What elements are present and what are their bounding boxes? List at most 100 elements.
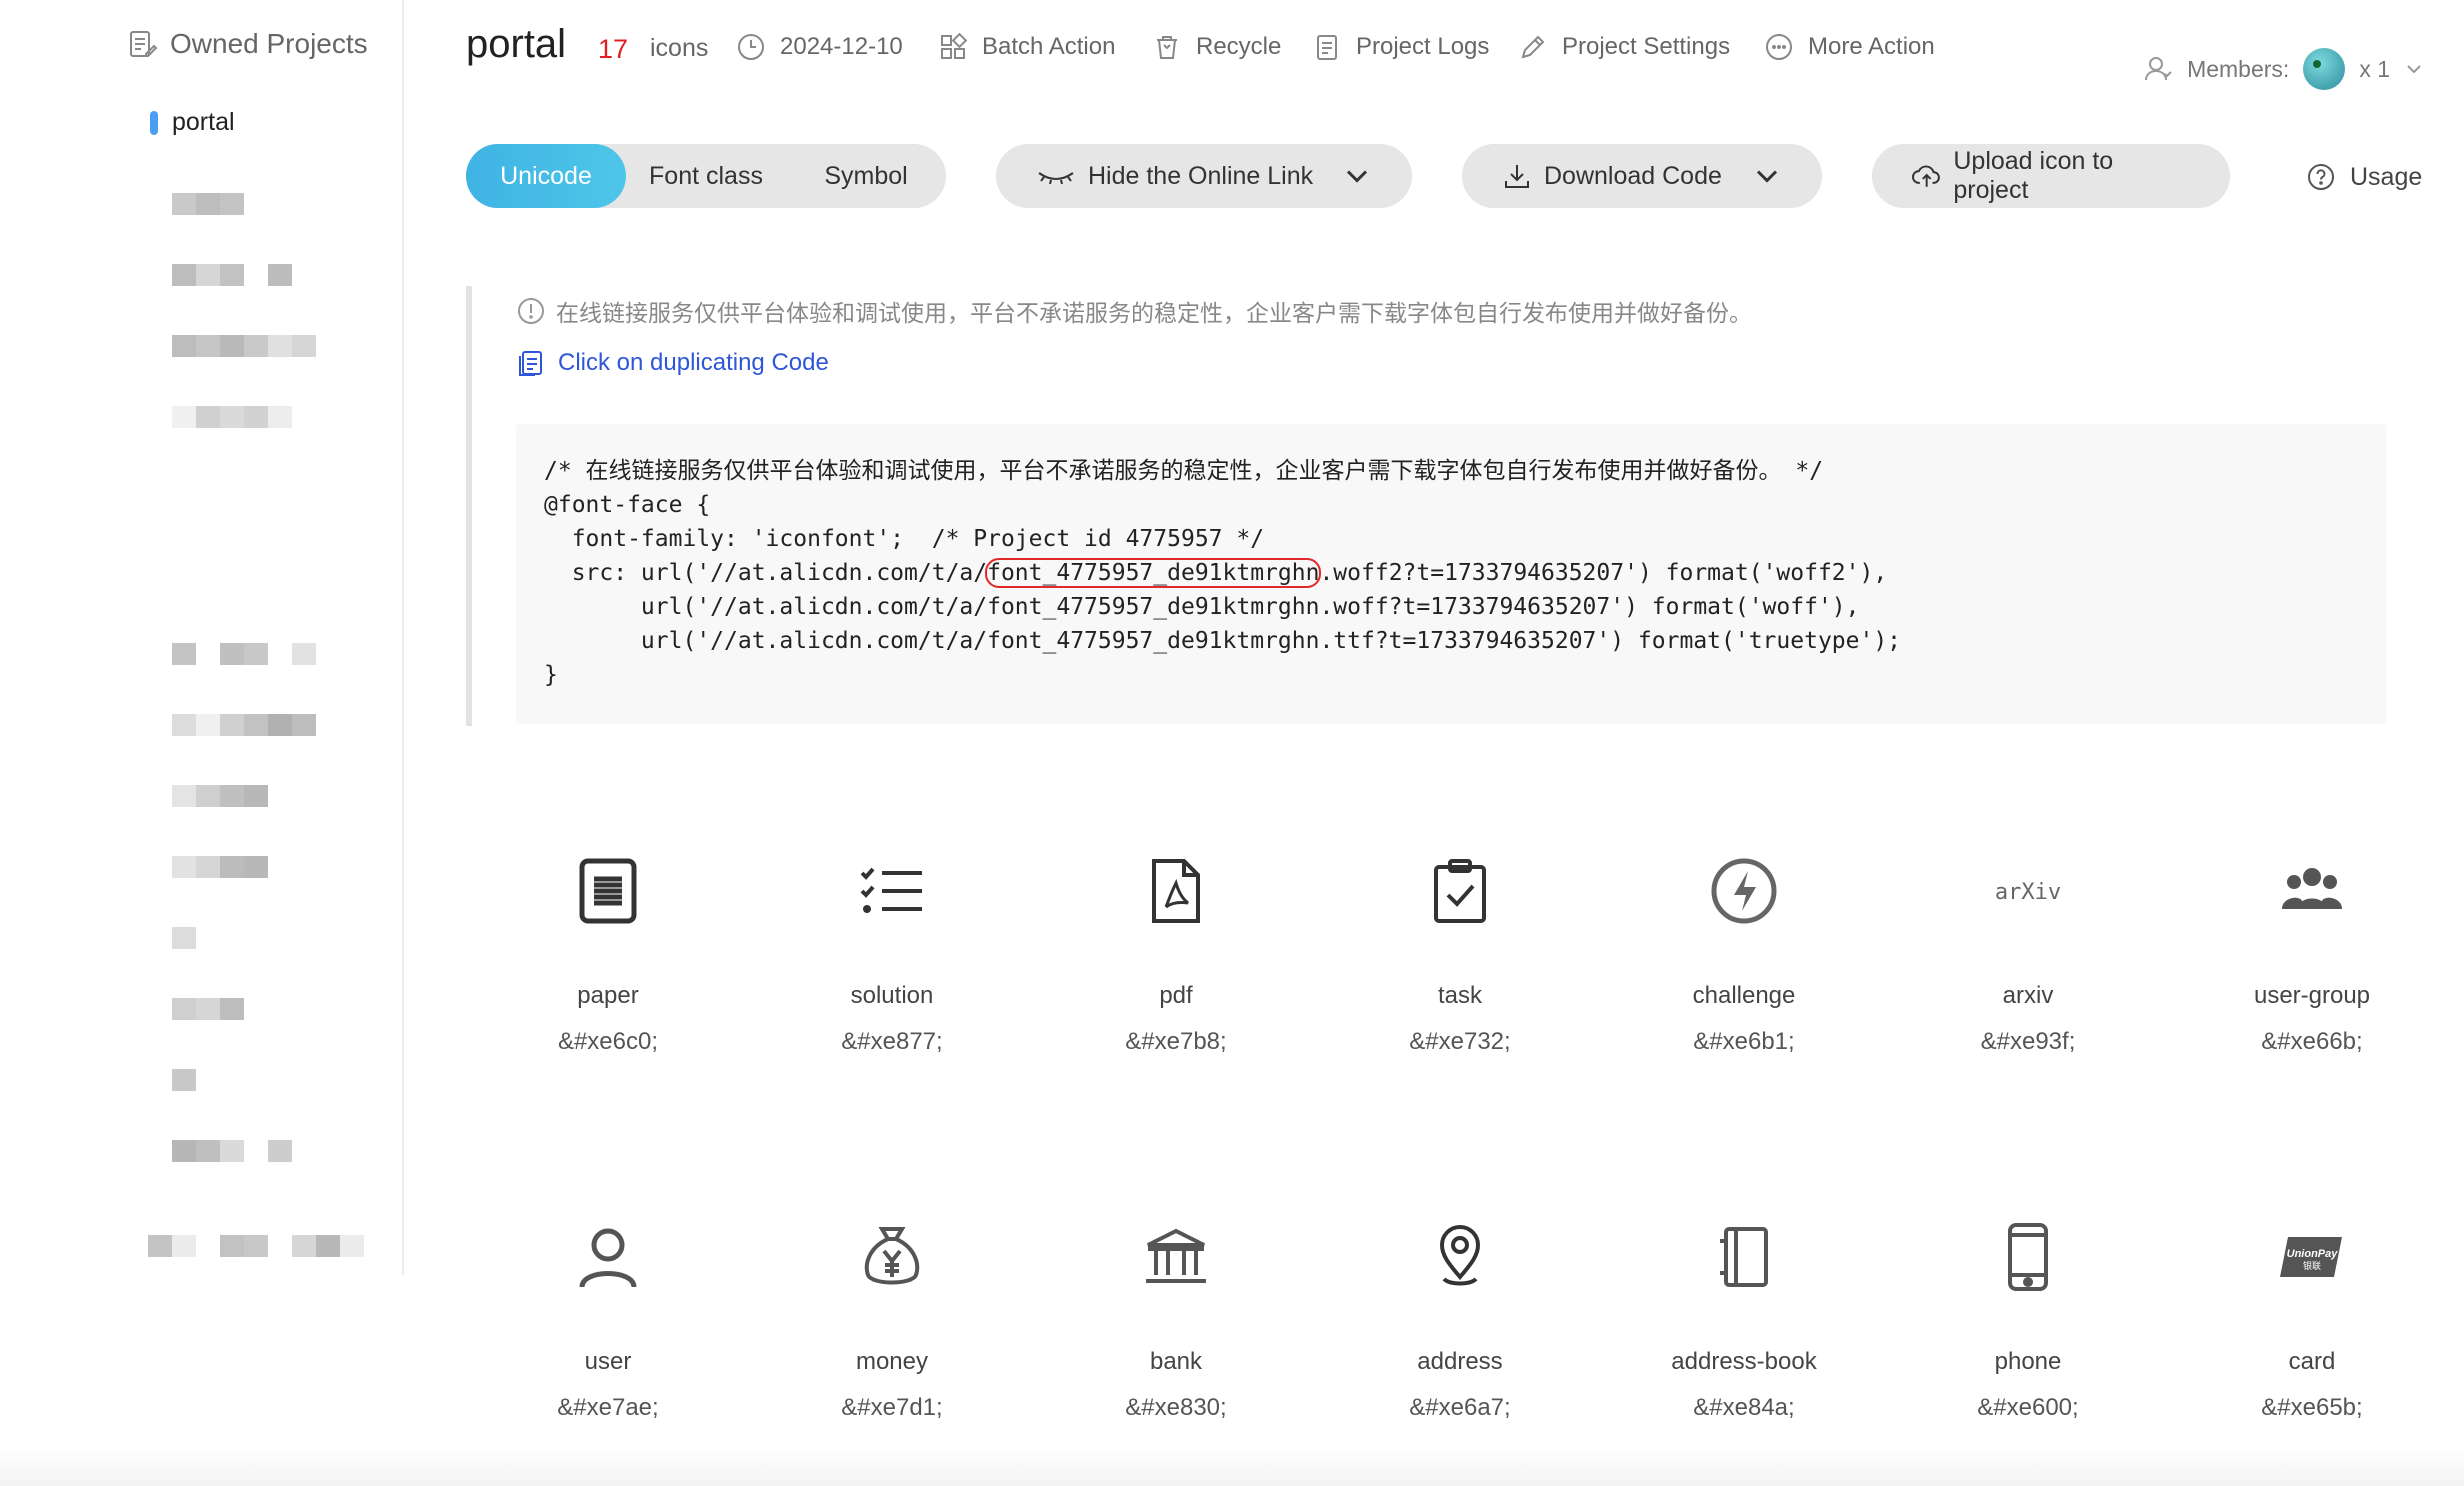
recycle-label: Recycle — [1196, 33, 1282, 60]
warning-text: 在线链接服务仅供平台体验和调试使用，平台不承诺服务的稳定性，企业客户需下载字体包… — [556, 300, 1752, 326]
icon-card-challenge[interactable]: challenge &#xe6b1; — [1644, 836, 1844, 1056]
icon-card-money[interactable]: money &#xe7d1; — [792, 1202, 992, 1422]
owned-projects-label: Owned Projects — [170, 28, 368, 59]
usage-link[interactable]: Usage — [2306, 162, 2422, 192]
icon-card-user[interactable]: user &#xe7ae; — [508, 1202, 708, 1422]
icon-name: paper — [577, 982, 639, 1009]
icon-code: &#xe93f; — [1980, 1028, 2076, 1055]
tab-symbol[interactable]: Symbol — [786, 144, 946, 208]
sidebar: Owned Projects portal — [0, 0, 404, 1275]
help-circle-icon — [2308, 164, 2334, 190]
active-indicator — [150, 110, 158, 135]
copy-document-icon — [519, 351, 542, 376]
sidebar-item-redacted[interactable] — [148, 1235, 364, 1257]
project-settings-label: Project Settings — [1562, 33, 1731, 60]
copy-code-label: Click on duplicating Code — [558, 349, 829, 376]
more-action-button[interactable]: More Action — [1764, 32, 1935, 62]
sidebar-item-redacted[interactable] — [172, 1069, 196, 1091]
icon-name: phone — [1994, 1348, 2062, 1375]
highlighted-font-id: font_4775957_de91ktmrghn — [985, 558, 1322, 588]
download-code-dropdown[interactable]: Download Code — [1462, 144, 1822, 208]
icon-card-paper[interactable]: paper &#xe6c0; — [508, 836, 708, 1056]
icon-card-user-group[interactable]: user-group &#xe66b; — [2212, 836, 2412, 1056]
sidebar-item-redacted[interactable] — [172, 1140, 292, 1162]
upload-icon-button[interactable]: Upload icon to project — [1872, 144, 2230, 208]
money-bag-icon — [864, 1227, 920, 1285]
sidebar-item-redacted[interactable] — [172, 927, 196, 949]
grid-icon — [941, 32, 968, 59]
icon-card-address-book[interactable]: address-book &#xe84a; — [1644, 1202, 1844, 1422]
icon-count-label: icons — [650, 34, 709, 62]
chevron-down-icon — [1346, 170, 1368, 183]
hide-online-link-dropdown[interactable]: Hide the Online Link — [996, 144, 1412, 208]
icon-name: address-book — [1671, 1348, 1817, 1375]
usage-label: Usage — [2350, 162, 2423, 191]
unionpay-card-icon: UnionPay银联 — [2280, 1237, 2342, 1277]
download-code-label: Download Code — [1544, 161, 1722, 190]
document-icon — [579, 858, 637, 924]
sidebar-item-redacted[interactable] — [172, 714, 316, 736]
sidebar-item-portal[interactable]: portal — [150, 108, 235, 137]
cloud-upload-icon — [1912, 165, 1940, 187]
project-settings-button[interactable]: Project Settings — [1518, 32, 1730, 62]
icon-name: arxiv — [2002, 982, 2054, 1009]
project-logs-button[interactable]: Project Logs — [1312, 32, 1489, 62]
recycle-button[interactable]: Recycle — [1152, 32, 1281, 62]
sidebar-item-redacted[interactable] — [172, 998, 244, 1020]
project-title: portal — [466, 22, 567, 66]
sidebar-item-redacted[interactable] — [172, 264, 292, 286]
icon-card-card[interactable]: UnionPay 银联 card &#xe65b; — [2212, 1202, 2412, 1422]
owned-projects-header[interactable]: Owned Projects — [126, 28, 368, 60]
icon-code: &#xe600; — [1977, 1394, 2079, 1421]
icon-card-address[interactable]: address &#xe6a7; — [1360, 1202, 1560, 1422]
members-count: x 1 — [2359, 55, 2390, 82]
project-header: portal 17 icons 2024-12-10 Batch Action … — [466, 0, 2464, 100]
copy-code-link[interactable]: Click on duplicating Code — [516, 348, 829, 378]
avatar — [2303, 48, 2346, 90]
sidebar-item-redacted[interactable] — [172, 856, 268, 878]
icon-card-pdf[interactable]: pdf &#xe7b8; — [1076, 836, 1276, 1056]
clock-icon — [738, 34, 764, 60]
project-list-icon — [130, 31, 158, 57]
code-segment: .woff2?t=1733794635207') format('woff2')… — [1319, 560, 1888, 586]
code-line: } — [544, 662, 558, 688]
user-group-icon — [2282, 868, 2342, 909]
icon-code: &#xe877; — [841, 1028, 943, 1055]
members-selector[interactable]: Members: x 1 — [2143, 48, 2424, 90]
icon-name: address — [1417, 1348, 1503, 1375]
icon-code: &#xe84a; — [1693, 1394, 1795, 1421]
icon-card-task[interactable]: task &#xe732; — [1360, 836, 1560, 1056]
address-book-icon — [1720, 1227, 1768, 1287]
sidebar-item-redacted[interactable] — [172, 406, 292, 428]
chevron-down-icon — [1756, 170, 1778, 183]
icon-code: &#xe7d1; — [841, 1394, 943, 1421]
icon-name: pdf — [1159, 982, 1193, 1009]
sidebar-item-redacted[interactable] — [172, 643, 316, 665]
more-dots-icon — [1766, 34, 1792, 60]
pdf-icon — [1152, 859, 1200, 923]
icon-card-bank[interactable]: bank &#xe830; — [1076, 1202, 1276, 1422]
exclamation-circle-icon — [518, 298, 544, 324]
icon-card-solution[interactable]: solution &#xe877; — [792, 836, 992, 1056]
icon-code: &#xe7b8; — [1125, 1028, 1227, 1055]
pencil-icon — [1521, 35, 1545, 59]
tab-unicode[interactable]: Unicode — [466, 144, 626, 208]
icon-name: solution — [850, 982, 934, 1009]
project-logs-label: Project Logs — [1356, 33, 1490, 60]
icon-name: card — [2288, 1348, 2336, 1375]
icon-card-phone[interactable]: phone &#xe600; — [1928, 1202, 2128, 1422]
sidebar-item-redacted[interactable] — [172, 193, 244, 215]
sidebar-item-redacted[interactable] — [172, 335, 316, 357]
icon-code: &#xe830; — [1125, 1394, 1227, 1421]
font-face-code-block[interactable]: /* 在线链接服务仅供平台体验和调试使用，平台不承诺服务的稳定性，企业客户需下载… — [516, 424, 2386, 724]
upload-icon-label: Upload icon to project — [1953, 147, 2114, 204]
hide-online-link-label: Hide the Online Link — [1088, 161, 1314, 190]
tab-font-class[interactable]: Font class — [626, 144, 786, 208]
batch-action-button[interactable]: Batch Action — [938, 32, 1115, 62]
bottom-edge — [0, 1446, 2464, 1486]
code-line: font-family: 'iconfont'; /* Project id 4… — [544, 526, 1265, 552]
icon-card-arxiv[interactable]: arXiv arxiv &#xe93f; — [1928, 836, 2128, 1056]
chevron-down-icon — [2407, 65, 2421, 74]
sidebar-item-label: portal — [172, 108, 235, 136]
sidebar-item-redacted[interactable] — [172, 785, 268, 807]
